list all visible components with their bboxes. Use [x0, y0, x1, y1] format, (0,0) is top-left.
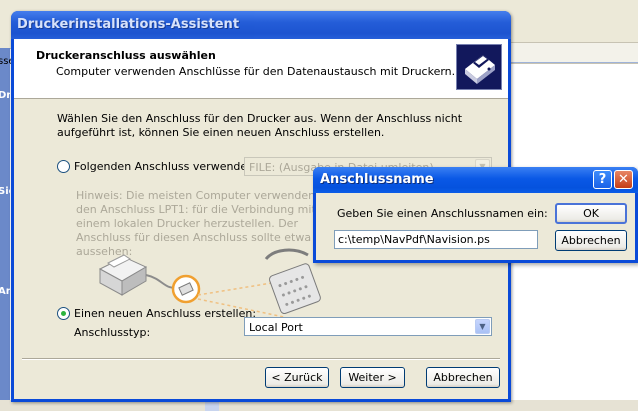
next-button[interactable]: Weiter > — [340, 367, 405, 388]
header-subtitle: Computer verwenden Anschlüsse für den Da… — [56, 65, 456, 78]
dialog-body: Geben Sie einen Anschlussnamen ein: OK A… — [316, 193, 635, 260]
port-name-dialog: Anschlussname ? ✕ Geben Sie einen Anschl… — [313, 167, 638, 263]
wizard-title: Druckerinstallations-Assistent — [17, 17, 240, 32]
wizard-header: Druckeranschluss auswählen Computer verw… — [14, 39, 508, 99]
use-existing-port-radio[interactable] — [57, 160, 70, 173]
button-separator — [22, 358, 500, 360]
port-type-value: Local Port — [249, 321, 303, 334]
port-type-label: Anschlusstyp: — [74, 326, 151, 339]
create-new-port-radio[interactable] — [57, 307, 70, 320]
header-title: Druckeranschluss auswählen — [36, 49, 216, 62]
port-type-select[interactable]: Local Port ▼ — [244, 317, 492, 336]
background-divider — [511, 62, 638, 63]
chevron-down-icon[interactable]: ▼ — [475, 319, 490, 334]
intro-text: Wählen Sie den Anschluss für den Drucker… — [57, 112, 463, 139]
dialog-titlebar[interactable]: Anschlussname ? ✕ — [313, 167, 638, 193]
help-icon[interactable]: ? — [593, 170, 612, 189]
use-existing-port-label[interactable]: Folgenden Anschluss verwenden: — [74, 160, 258, 173]
dialog-cancel-button[interactable]: Abbrechen — [555, 230, 627, 251]
background-side-panel — [0, 48, 10, 411]
background-tab-strip — [511, 42, 638, 64]
dialog-prompt: Geben Sie einen Anschlussnamen ein: — [337, 207, 548, 220]
dialog-title: Anschlussname — [320, 172, 434, 187]
close-icon[interactable]: ✕ — [614, 170, 633, 189]
create-new-port-label[interactable]: Einen neuen Anschluss erstellen: — [74, 307, 256, 320]
ok-button[interactable]: OK — [555, 203, 627, 224]
back-button[interactable]: < Zurück — [265, 367, 329, 388]
cancel-button[interactable]: Abbrechen — [426, 367, 500, 388]
wizard-titlebar[interactable]: Druckerinstallations-Assistent — [11, 11, 511, 39]
port-name-input[interactable] — [334, 230, 538, 249]
printer-wizard-icon — [456, 44, 502, 90]
